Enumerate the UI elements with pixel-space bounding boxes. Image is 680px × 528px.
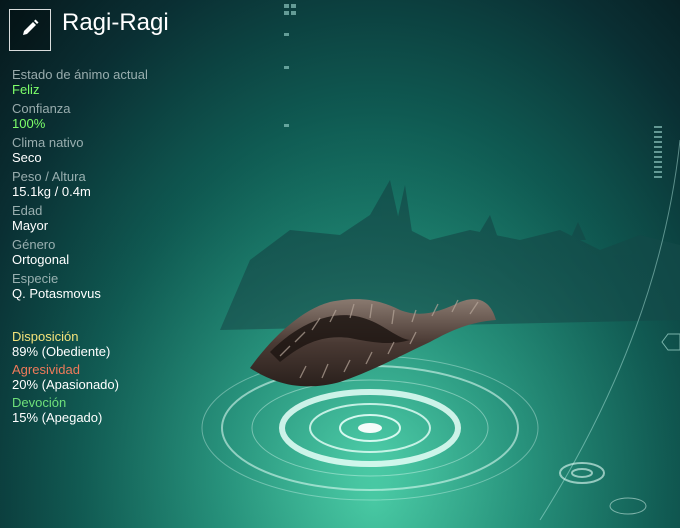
stat-value: Feliz xyxy=(12,82,40,97)
stat-mood: Estado de ánimo actual Feliz xyxy=(12,67,252,98)
pencil-icon xyxy=(19,17,41,44)
traits-panel: Disposición 89% (Obediente) Agresividad … xyxy=(12,329,252,428)
stat-value: 15.1kg / 0.4m xyxy=(12,184,91,199)
stat-weight-height: Peso / Altura 15.1kg / 0.4m xyxy=(12,169,252,200)
trait-label: Disposición xyxy=(12,329,79,344)
stat-value: Mayor xyxy=(12,218,49,233)
stat-label: Especie xyxy=(12,271,59,286)
stat-label: Edad xyxy=(12,203,43,218)
stat-age: Edad Mayor xyxy=(12,203,252,234)
trait-aggression: Agresividad 20% (Apasionado) xyxy=(12,362,252,393)
creature-name: Ragi-Ragi xyxy=(62,9,169,36)
stat-value: Ortogonal xyxy=(12,252,70,267)
stat-label: Peso / Altura xyxy=(12,169,86,184)
trait-label: Agresividad xyxy=(12,362,80,377)
trait-devotion: Devoción 15% (Apegado) xyxy=(12,395,252,426)
trait-label: Devoción xyxy=(12,395,67,410)
trait-value: 15% (Apegado) xyxy=(12,410,103,425)
stat-value: Q. Potasmovus xyxy=(12,286,101,301)
trait-disposition: Disposición 89% (Obediente) xyxy=(12,329,252,360)
stat-climate: Clima nativo Seco xyxy=(12,135,252,166)
edit-name-button[interactable] xyxy=(9,9,51,51)
stat-label: Género xyxy=(12,237,56,252)
stat-species: Especie Q. Potasmovus xyxy=(12,271,252,302)
stat-label: Estado de ánimo actual xyxy=(12,67,148,82)
trait-value: 89% (Obediente) xyxy=(12,344,111,359)
stats-panel: Estado de ánimo actual Feliz Confianza 1… xyxy=(12,67,252,305)
trait-value: 20% (Apasionado) xyxy=(12,377,119,392)
stat-label: Clima nativo xyxy=(12,135,84,150)
stat-value: 100% xyxy=(12,116,46,131)
stat-gender: Género Ortogonal xyxy=(12,237,252,268)
stat-value: Seco xyxy=(12,150,42,165)
stat-label: Confianza xyxy=(12,101,71,116)
stat-trust: Confianza 100% xyxy=(12,101,252,132)
